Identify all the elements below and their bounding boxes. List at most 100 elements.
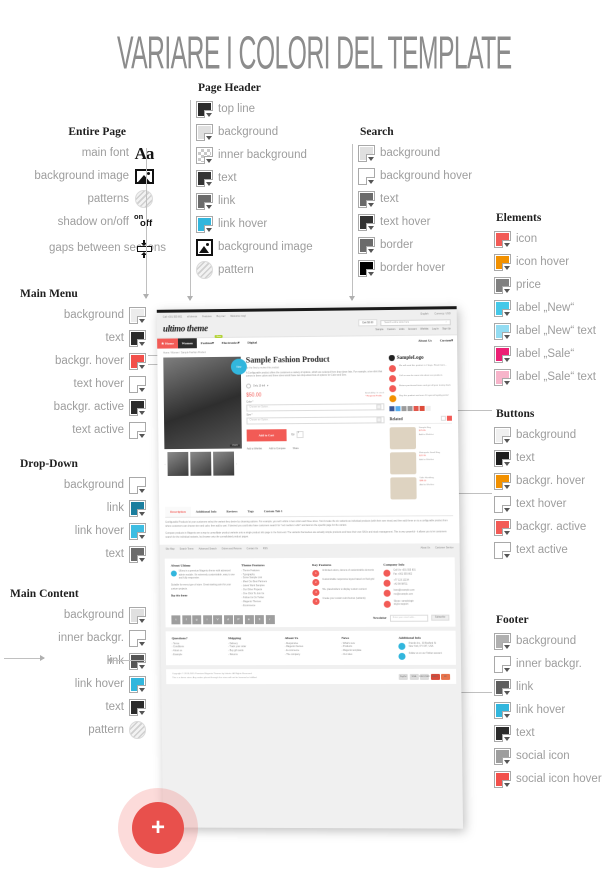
mockup-language-select[interactable]: English <box>421 313 429 316</box>
color-swatch[interactable] <box>494 770 511 788</box>
color-swatch[interactable] <box>196 123 213 141</box>
color-swatch[interactable] <box>358 236 375 254</box>
option-backgr-active[interactable]: backgr. active <box>494 516 586 538</box>
facebook-icon[interactable]: f <box>181 614 191 624</box>
mockup-account-link[interactable]: Wishlist <box>420 328 428 331</box>
subfooter-link[interactable]: Customer Service <box>435 547 453 549</box>
color-swatch[interactable] <box>494 276 511 294</box>
chevron-down-icon[interactable]: ▾ <box>267 384 268 387</box>
zoom-label[interactable]: Zoom <box>230 444 240 447</box>
option-gaps-between-sections[interactable]: gaps between sections <box>18 234 166 264</box>
subfooter-link[interactable]: Search Terms <box>180 548 194 550</box>
option-background[interactable]: background <box>196 121 313 143</box>
color-swatch[interactable] <box>358 259 375 277</box>
option-inner-background[interactable]: inner background <box>196 144 313 166</box>
option-background[interactable]: background <box>8 474 146 496</box>
mockup-account-link[interactable]: Account <box>408 328 417 331</box>
font-aa-icon[interactable]: Aa <box>134 144 155 163</box>
option-inner-backgr[interactable]: inner backgr. <box>2 627 146 649</box>
option-text[interactable]: text <box>196 167 313 189</box>
onoff-icon[interactable]: on off <box>134 213 154 232</box>
color-swatch[interactable] <box>196 169 213 187</box>
option-icon-hover[interactable]: icon hover <box>494 251 596 273</box>
subfooter-link[interactable]: Advanced Search <box>199 548 217 550</box>
color-swatch[interactable] <box>494 541 511 559</box>
option-icon[interactable]: icon <box>494 228 596 250</box>
color-swatch[interactable] <box>358 213 375 231</box>
mockup-toplink[interactable]: Welcome msg! <box>230 315 246 318</box>
option-inner-backgr[interactable]: inner backgr. <box>494 653 602 675</box>
option-backgr-active[interactable]: backgr. active <box>8 396 146 418</box>
color-swatch[interactable] <box>129 652 146 670</box>
prev-arrow-icon[interactable] <box>440 415 446 421</box>
footer-buy-link[interactable]: Buy this theme <box>171 595 236 599</box>
color-swatch[interactable] <box>196 146 213 164</box>
footer2-link[interactable]: The company <box>285 654 336 658</box>
mockup-nav-home[interactable]: ★ Home <box>157 338 178 349</box>
color-swatch[interactable] <box>494 368 511 386</box>
color-swatch[interactable] <box>494 518 511 536</box>
mockup-nav-digital[interactable]: Digital <box>243 338 261 348</box>
instagram-icon[interactable]: i <box>202 614 212 624</box>
option-link-hover[interactable]: link hover <box>494 699 602 721</box>
color-swatch[interactable] <box>129 352 146 370</box>
color-swatch[interactable] <box>494 655 511 673</box>
mockup-nav-electronics[interactable]: Electronics ▾ <box>218 338 244 348</box>
related-link[interactable]: Add to Wishlist <box>419 459 434 461</box>
option-background[interactable]: background <box>8 304 146 326</box>
subfooter-link[interactable]: Contact Us <box>247 548 258 550</box>
mockup-account-link[interactable]: Links <box>399 328 405 331</box>
pattern-icon[interactable] <box>134 190 154 209</box>
option-link[interactable]: link <box>8 497 146 519</box>
option-text[interactable]: text <box>2 696 146 718</box>
subfooter-link[interactable]: RSS <box>263 548 268 550</box>
option-link[interactable]: link <box>196 190 313 212</box>
option-top-line[interactable]: top line <box>196 98 313 120</box>
option-patterns[interactable]: patterns <box>18 188 154 210</box>
dribbble-icon[interactable]: d <box>223 614 233 624</box>
color-swatch[interactable] <box>494 345 511 363</box>
subfooter-link[interactable]: About Us <box>421 547 431 549</box>
action-label[interactable]: Add to Wishlist <box>247 448 262 450</box>
option-text[interactable]: text <box>494 447 586 469</box>
option-link-hover[interactable]: link hover <box>196 213 313 235</box>
mockup-search-input[interactable]: Search entire store here ⌕ <box>380 318 451 326</box>
option-link-hover[interactable]: link hover <box>2 673 146 695</box>
action-label[interactable]: Add to Compare <box>269 448 286 450</box>
related-link[interactable]: Add to Wishlist <box>419 434 434 436</box>
color-swatch[interactable] <box>196 215 213 233</box>
product-thumb[interactable] <box>213 451 235 476</box>
color-swatch[interactable] <box>358 190 375 208</box>
tab-additional-info[interactable]: Additional Info <box>191 507 222 517</box>
option-size-select[interactable]: Choose an Option... <box>246 416 385 425</box>
flickr-icon[interactable]: fl <box>254 614 264 624</box>
option-background-image[interactable]: background image <box>18 165 154 187</box>
color-swatch[interactable] <box>494 253 511 271</box>
color-swatch[interactable] <box>129 675 146 693</box>
product-review-link[interactable]: Be the first to review this product <box>246 366 384 369</box>
related-link[interactable]: Add to Wishlist <box>420 484 435 486</box>
option-price[interactable]: price <box>494 274 596 296</box>
mockup-account-link[interactable]: Log In <box>432 327 439 330</box>
option-shadow-on-off[interactable]: shadow on/off on off <box>18 211 154 233</box>
color-swatch[interactable] <box>129 522 146 540</box>
option-background[interactable]: background <box>494 630 602 652</box>
product-thumb[interactable] <box>167 451 189 476</box>
color-swatch[interactable] <box>129 606 146 624</box>
color-swatch[interactable] <box>494 230 511 248</box>
color-swatch[interactable] <box>494 426 511 444</box>
subfooter-link[interactable]: Site Map <box>166 548 175 550</box>
mockup-account-link[interactable]: Sign Up <box>442 327 451 330</box>
google-icon[interactable] <box>413 405 419 412</box>
option-pattern[interactable]: pattern <box>196 259 313 281</box>
option-background[interactable]: background <box>358 142 472 164</box>
option-border[interactable]: border <box>358 234 472 256</box>
mockup-toplink[interactable]: all demos <box>187 315 197 318</box>
mockup-currency-select[interactable]: Currency: USD <box>434 312 450 315</box>
image-icon[interactable] <box>134 167 154 186</box>
vimeo-icon[interactable]: V <box>213 614 223 624</box>
color-swatch[interactable] <box>494 495 511 513</box>
color-swatch[interactable] <box>129 421 146 439</box>
action-label[interactable]: Share <box>293 448 299 450</box>
option-background-image[interactable]: background image <box>196 236 313 258</box>
